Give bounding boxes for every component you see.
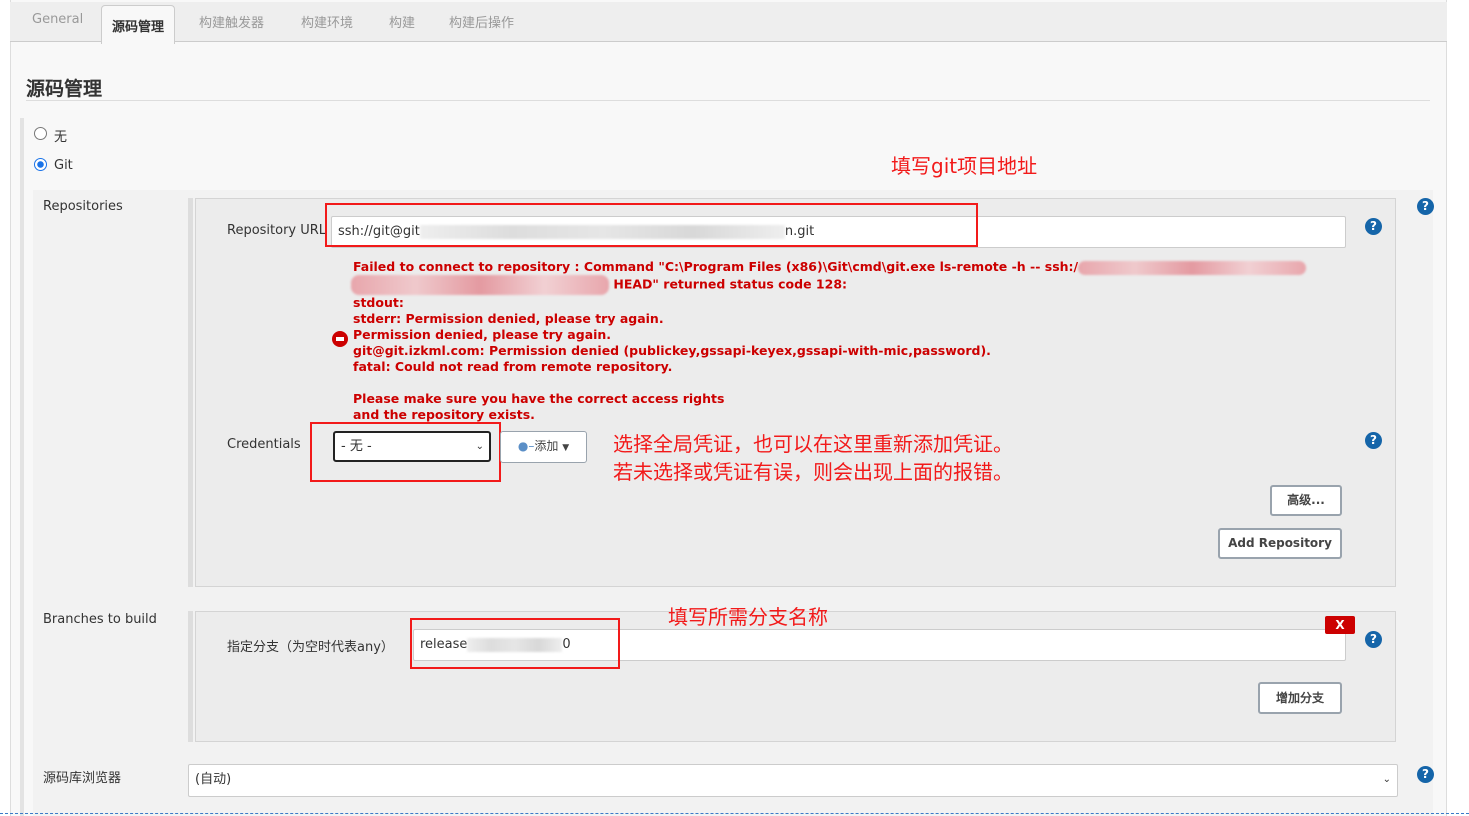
radio-git[interactable] — [34, 158, 47, 171]
radio-git-label: Git — [54, 158, 73, 173]
radio-none[interactable] — [34, 127, 47, 140]
credentials-label: Credentials — [227, 437, 301, 452]
key-icon: ●– — [517, 439, 535, 453]
error-message: Failed to connect to repository : Comman… — [351, 259, 1353, 423]
error-icon — [332, 331, 348, 347]
tab-scm[interactable]: 源码管理 — [101, 5, 176, 44]
tab-build[interactable]: 构建 — [389, 12, 415, 31]
annotation-credentials-2: 若未选择或凭证有误，则会出现上面的报错。 — [613, 460, 1013, 484]
help-icon[interactable]: ? — [1365, 432, 1382, 449]
caret-down-icon: ▼ — [562, 443, 570, 453]
tab-general[interactable]: General — [32, 12, 83, 27]
help-icon[interactable]: ? — [1417, 766, 1434, 783]
section-bar — [20, 118, 24, 816]
annotation-box-branch — [410, 618, 620, 669]
add-repository-button[interactable]: Add Repository — [1218, 528, 1342, 559]
help-icon[interactable]: ? — [1365, 631, 1382, 648]
annotation-box-url — [325, 203, 978, 247]
help-icon[interactable]: ? — [1365, 218, 1382, 235]
page-title: 源码管理 — [26, 78, 103, 100]
browser-select[interactable]: (自动) ⌄ — [188, 764, 1398, 797]
repositories-bar — [188, 198, 193, 587]
dashed-border — [0, 813, 1469, 814]
divider — [26, 100, 1430, 101]
tab-bar: General 源码管理 构建触发器 构建环境 构建 构建后操作 — [10, 2, 1447, 44]
annotation-credentials-1: 选择全局凭证，也可以在这里重新添加凭证。 — [613, 432, 1013, 456]
add-branch-button[interactable]: 增加分支 — [1258, 682, 1342, 714]
tab-triggers[interactable]: 构建触发器 — [199, 12, 264, 31]
browser-label: 源码库浏览器 — [43, 771, 122, 786]
radio-none-label: 无 — [54, 130, 68, 145]
chevron-down-icon: ⌄ — [1382, 774, 1391, 785]
repository-url-label: Repository URL — [227, 223, 327, 238]
branches-bar — [188, 611, 193, 742]
branches-label: Branches to build — [43, 612, 157, 627]
tab-post-build[interactable]: 构建后操作 — [449, 12, 514, 31]
tab-build-env[interactable]: 构建环境 — [301, 12, 353, 31]
repositories-label: Repositories — [43, 199, 123, 214]
delete-branch-button[interactable]: X — [1325, 616, 1355, 634]
annotation-box-credentials — [310, 422, 501, 482]
branch-spec-label: 指定分支（为空时代表any） — [227, 640, 394, 655]
annotation-git-url: 填写git项目地址 — [891, 154, 1038, 178]
help-icon[interactable]: ? — [1417, 198, 1434, 215]
add-credentials-button[interactable]: ●–添加 ▼ — [500, 431, 587, 463]
annotation-branch: 填写所需分支名称 — [668, 605, 828, 629]
advanced-button[interactable]: 高级... — [1270, 485, 1342, 516]
